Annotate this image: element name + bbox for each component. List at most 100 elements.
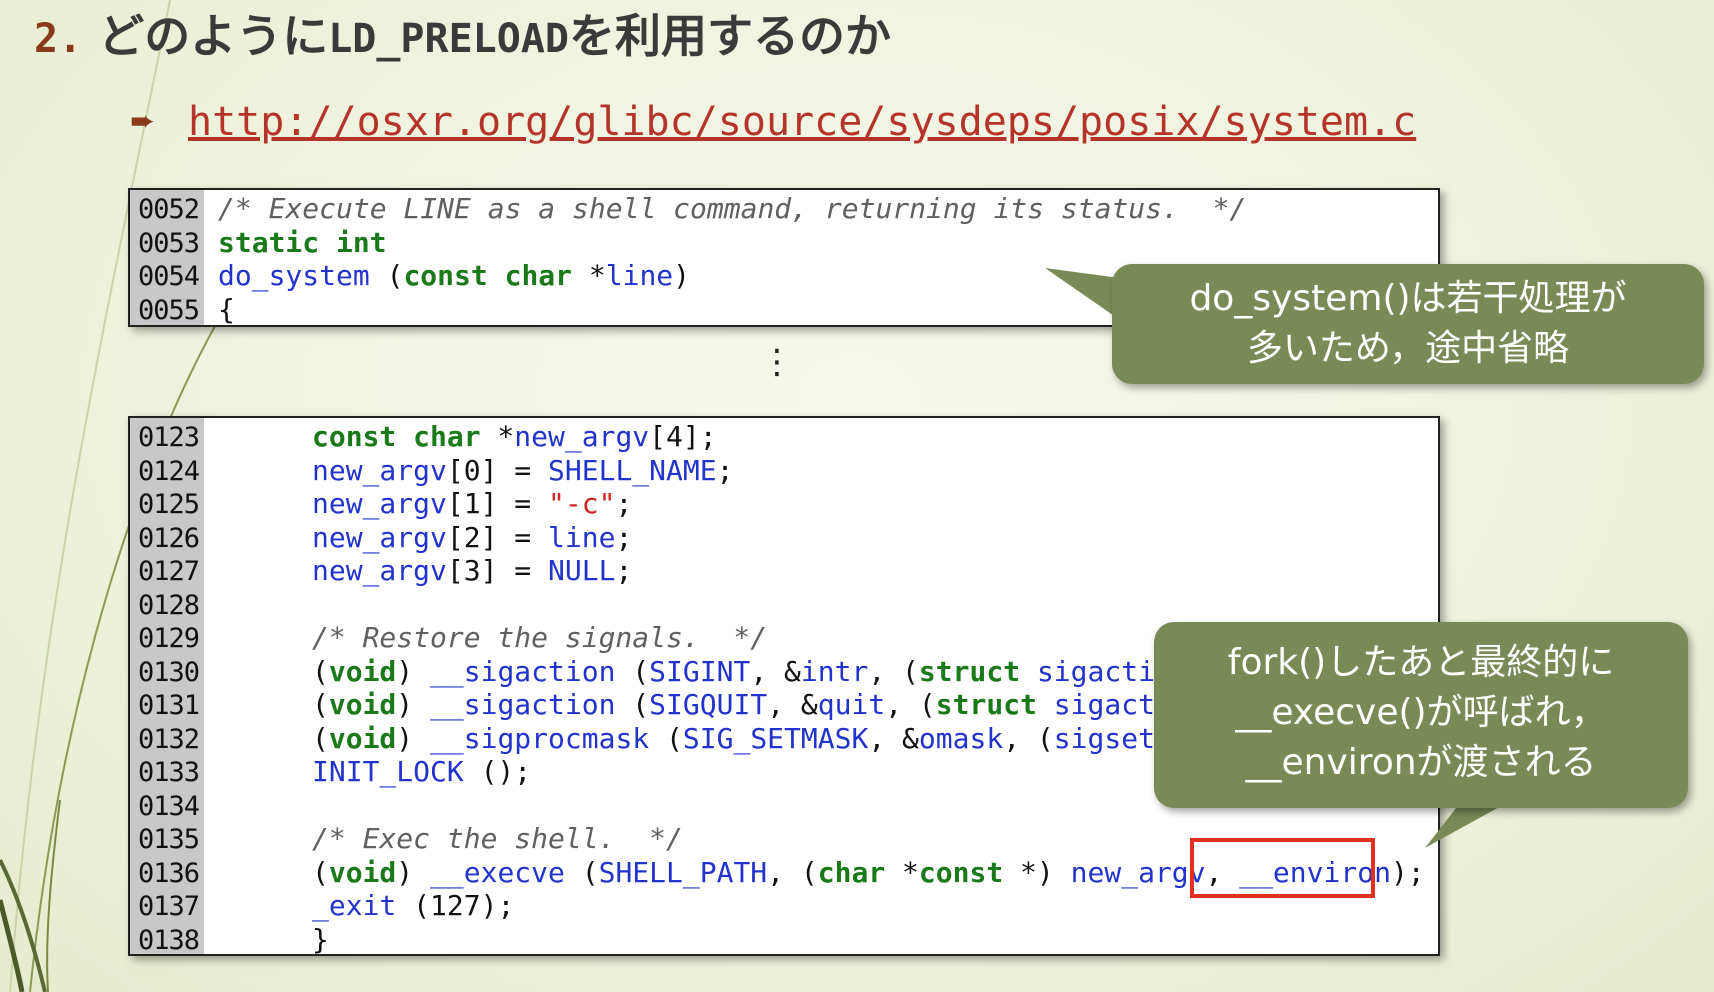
- code-token: (: [312, 855, 329, 889]
- code-token: INIT_LOCK: [312, 755, 464, 788]
- code-token: new_argv: [312, 487, 447, 520]
- code-line: 0052 /* Execute LINE as a shell command, …: [130, 192, 1246, 226]
- code-token: do_system: [218, 259, 370, 292]
- code-token: ): [673, 259, 691, 292]
- code-token: quit: [817, 688, 886, 721]
- code-token: *: [885, 855, 919, 889]
- source-link[interactable]: http://osxr.org/glibc/source/sysdeps/pos…: [188, 94, 1416, 150]
- line-number: 0129: [138, 623, 200, 654]
- line-number: 0052: [138, 194, 200, 225]
- line-number: 0134: [138, 790, 200, 822]
- arrow-bullet-icon: ➨: [130, 104, 156, 139]
- code-token: (: [312, 654, 329, 688]
- code-token: (: [312, 721, 329, 755]
- code-token: (127);: [396, 889, 515, 922]
- code-token: [2] =: [446, 520, 549, 554]
- code-token: *: [480, 420, 515, 453]
- code-line: 0053 static int: [130, 226, 387, 260]
- code-token: (: [649, 721, 683, 755]
- code-line: 0133 INIT_LOCK ();: [130, 755, 531, 789]
- code-token: [4];: [649, 420, 717, 453]
- code-line: 0124 new_argv[0] = SHELL_NAME;: [130, 454, 733, 488]
- code-token: ): [396, 721, 431, 755]
- code-text: /* Execute LINE as a shell command, retu…: [218, 192, 1246, 226]
- code-token: __sigprocmask: [430, 721, 650, 755]
- code-line: 0123 const char *new_argv[4];: [130, 420, 717, 454]
- code-token: );: [1390, 855, 1425, 889]
- code-token: ): [396, 688, 431, 721]
- code-line: 0054 do_system (const char *line): [130, 259, 690, 293]
- code-text: new_argv[0] = SHELL_NAME;: [312, 454, 733, 488]
- code-token: /* Execute LINE as a shell command, retu…: [218, 192, 1247, 225]
- ellipsis-icon: ⋮: [760, 342, 794, 382]
- code-text: /* Restore the signals. */: [312, 621, 767, 655]
- code-token: *: [572, 259, 606, 292]
- code-token: new_argv: [514, 420, 650, 453]
- code-token: const: [918, 855, 1004, 889]
- code-token: ;: [716, 453, 734, 487]
- code-token: , &: [750, 654, 801, 688]
- line-number: 0131: [138, 690, 200, 721]
- line-number: 0126: [138, 522, 200, 554]
- code-token: , (: [868, 654, 919, 688]
- code-token: SHELL_NAME: [548, 453, 717, 487]
- callout-line: __execve()が呼ばれ，: [1235, 692, 1607, 733]
- title-text-suffix: を利用するのか: [569, 9, 892, 63]
- code-token: struct: [935, 688, 1037, 721]
- line-number: 0124: [138, 455, 200, 487]
- line-number: 0138: [138, 924, 200, 956]
- code-token: __execve: [430, 855, 565, 889]
- code-token: intr: [800, 654, 869, 688]
- code-token: SIG_SETMASK: [682, 721, 869, 755]
- code-token: /* Restore the signals. */: [312, 621, 768, 654]
- code-token: ();: [463, 755, 532, 788]
- code-line: 0125 new_argv[1] = "-c";: [130, 487, 632, 521]
- code-line: 0134: [130, 789, 208, 823]
- line-number: 0123: [138, 422, 200, 453]
- code-token: (: [312, 688, 329, 721]
- line-number: 0125: [138, 489, 200, 520]
- code-line: 0055 {: [130, 293, 235, 326]
- callout-line: do_system()は若干処理が: [1189, 278, 1627, 319]
- code-token: new_argv: [312, 520, 447, 554]
- code-text: }: [312, 922, 329, 956]
- environ-highlight-box: [1190, 838, 1375, 898]
- code-token: _exit: [312, 889, 397, 922]
- code-token: ;: [615, 554, 633, 587]
- code-token: ;: [615, 520, 633, 554]
- code-text: /* Exec the shell. */: [312, 822, 683, 856]
- code-token: SIGQUIT: [649, 688, 768, 721]
- code-token: , (: [1003, 721, 1054, 755]
- code-text: (void) __sigprocmask (SIG_SETMASK, &omas…: [312, 722, 1189, 756]
- code-token: SHELL_PATH: [598, 855, 768, 889]
- code-token: [0] =: [446, 453, 549, 487]
- code-token: {: [218, 292, 235, 326]
- code-line: 0136 (void) __execve (SHELL_PATH, (char *…: [130, 856, 1425, 890]
- code-token: , &: [767, 688, 818, 721]
- code-token: , &: [868, 721, 919, 755]
- code-token: }: [312, 922, 329, 956]
- code-token: NULL: [548, 554, 616, 587]
- code-token: void: [328, 688, 397, 721]
- slide-title: 2. どのようにLD_PRELOADを利用するのか: [34, 6, 891, 66]
- code-token: line: [548, 520, 616, 554]
- code-token: *): [1003, 855, 1071, 889]
- code-token: new_argv: [1070, 855, 1206, 889]
- callout-line: 多いため，途中省略: [1246, 328, 1570, 369]
- code-text: const char *new_argv[4];: [312, 420, 717, 454]
- code-token: ): [396, 654, 431, 688]
- code-line: 0126 new_argv[2] = line;: [130, 521, 632, 555]
- title-text-mono: LD_PRELOAD: [328, 16, 570, 62]
- code-text: new_argv[3] = NULL;: [312, 554, 632, 588]
- code-line: 0128: [130, 588, 208, 622]
- callout-execve: fork()したあと最終的に __execve()が呼ばれ， __environ…: [1154, 622, 1688, 808]
- code-line: 0130 (void) __sigaction (SIGINT, &intr, (…: [130, 655, 1189, 689]
- code-token: void: [328, 654, 397, 688]
- code-line: 0138}: [130, 923, 329, 956]
- line-number: 0055: [138, 294, 200, 326]
- code-text: _exit (127);: [312, 889, 514, 923]
- code-text: (void) __sigaction (SIGINT, &intr, (stru…: [312, 655, 1189, 689]
- code-token: , (: [885, 688, 936, 721]
- code-token: void: [328, 721, 397, 755]
